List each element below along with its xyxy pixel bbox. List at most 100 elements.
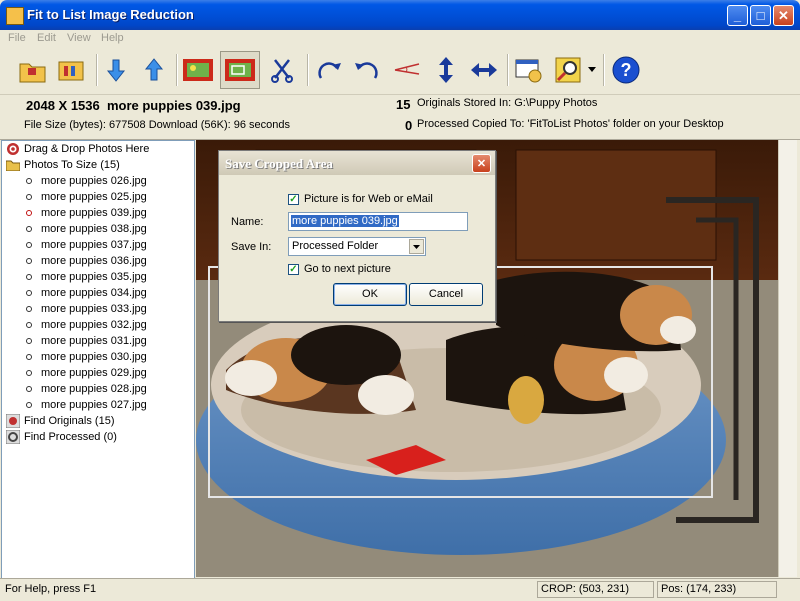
next-picture-label: Go to next picture	[304, 263, 391, 275]
bullet-icon	[26, 338, 32, 344]
bullet-icon	[26, 290, 32, 296]
bullet-icon	[26, 354, 32, 360]
file-list-item[interactable]: more puppies 030.jpg	[26, 349, 147, 365]
drag-drop-label: Drag & Drop Photos Here	[24, 143, 150, 155]
chevron-down-icon[interactable]	[409, 239, 424, 254]
bullet-icon	[26, 226, 32, 232]
next-picture-checkbox[interactable]: ✓	[288, 264, 299, 275]
help-status: For Help, press F1	[5, 583, 97, 595]
file-name: more puppies 033.jpg	[41, 303, 147, 315]
photos-to-size-node[interactable]: Photos To Size (15)	[6, 157, 120, 173]
file-list-item[interactable]: more puppies 031.jpg	[26, 333, 147, 349]
file-list-item[interactable]: more puppies 039.jpg	[26, 205, 147, 221]
file-list-item[interactable]: more puppies 038.jpg	[26, 221, 147, 237]
search-icon[interactable]	[550, 51, 586, 89]
name-field[interactable]: more puppies 039.jpg	[288, 212, 468, 231]
image-dimensions: 2048 X 1536	[26, 98, 100, 113]
file-list-item[interactable]: more puppies 032.jpg	[26, 317, 147, 333]
file-list-item[interactable]: more puppies 029.jpg	[26, 365, 147, 381]
toolbar: ?	[0, 48, 800, 95]
rotate-right-icon[interactable]	[311, 51, 347, 89]
web-email-checkbox[interactable]: ✓	[288, 194, 299, 205]
bullet-icon	[26, 194, 32, 200]
minimize-button[interactable]: _	[727, 5, 748, 26]
file-name: more puppies 027.jpg	[41, 399, 147, 411]
bullet-icon	[26, 258, 32, 264]
find-originals-node[interactable]: Find Originals (15)	[6, 413, 114, 429]
bullet-icon	[26, 274, 32, 280]
file-name: more puppies 037.jpg	[41, 239, 147, 251]
maximize-button[interactable]: □	[750, 5, 771, 26]
file-list-item[interactable]: more puppies 027.jpg	[26, 397, 147, 413]
title-bar[interactable]: Fit to List Image Reduction _ □ ✕	[0, 0, 800, 30]
save-in-select[interactable]: Processed Folder	[288, 237, 426, 256]
target-icon	[6, 414, 20, 428]
bullet-icon	[26, 242, 32, 248]
file-size-text: File Size (bytes): 677508 Download (56K)…	[24, 119, 290, 131]
menu-file[interactable]: File	[8, 32, 26, 44]
photos-to-size-label: Photos To Size (15)	[24, 159, 120, 171]
flip-vertical-icon[interactable]	[428, 51, 464, 89]
web-email-label: Picture is for Web or eMail	[304, 193, 433, 205]
cancel-button[interactable]: Cancel	[409, 283, 483, 306]
file-name: more puppies 034.jpg	[41, 287, 147, 299]
menu-help[interactable]: Help	[101, 32, 124, 44]
svg-text:?: ?	[621, 60, 632, 80]
file-name: more puppies 029.jpg	[41, 367, 147, 379]
angle-tool-icon[interactable]	[389, 51, 425, 89]
file-name: more puppies 030.jpg	[41, 351, 147, 363]
info-area: 2048 X 1536 more puppies 039.jpg File Si…	[0, 95, 800, 140]
dialog-close-button[interactable]: ✕	[472, 154, 491, 173]
file-name: more puppies 038.jpg	[41, 223, 147, 235]
file-name: more puppies 026.jpg	[41, 175, 147, 187]
processed-count: 0	[405, 118, 413, 133]
file-list-item[interactable]: more puppies 026.jpg	[26, 173, 147, 189]
menu-view[interactable]: View	[67, 32, 91, 44]
dialog-title-bar[interactable]: Save Cropped Area ✕	[219, 151, 495, 175]
crop-status: CROP: (503, 231)	[537, 581, 654, 598]
file-list-item[interactable]: more puppies 033.jpg	[26, 301, 147, 317]
arrow-down-icon[interactable]	[98, 51, 134, 89]
file-name: more puppies 039.jpg	[41, 207, 147, 219]
fit-image-icon[interactable]	[180, 51, 216, 89]
bullet-icon	[26, 402, 32, 408]
find-processed-node[interactable]: Find Processed (0)	[6, 429, 117, 445]
folder-icon	[6, 158, 20, 172]
vertical-scrollbar[interactable]	[778, 140, 797, 577]
file-list-item[interactable]: more puppies 028.jpg	[26, 381, 147, 397]
file-name: more puppies 032.jpg	[41, 319, 147, 331]
ok-button[interactable]: OK	[333, 283, 407, 306]
open-folder-icon[interactable]	[15, 51, 51, 89]
toolbar-separator	[507, 54, 509, 86]
bullet-icon	[26, 322, 32, 328]
target-icon	[6, 142, 20, 156]
help-icon[interactable]: ?	[608, 51, 644, 89]
bullet-icon	[26, 370, 32, 376]
file-list-item[interactable]: more puppies 037.jpg	[26, 237, 147, 253]
file-list-item[interactable]: more puppies 035.jpg	[26, 269, 147, 285]
gear-icon	[6, 430, 20, 444]
settings-icon[interactable]	[511, 51, 547, 89]
toolbar-separator	[603, 54, 605, 86]
dropdown-arrow-icon[interactable]	[586, 51, 598, 89]
arrow-up-icon[interactable]	[136, 51, 172, 89]
scissors-icon[interactable]	[265, 51, 301, 89]
flip-horizontal-icon[interactable]	[466, 51, 502, 89]
file-list-item[interactable]: more puppies 034.jpg	[26, 285, 147, 301]
properties-icon[interactable]	[53, 51, 89, 89]
rotate-left-icon[interactable]	[349, 51, 385, 89]
drag-drop-node[interactable]: Drag & Drop Photos Here	[6, 141, 149, 157]
originals-location: Originals Stored In: G:\Puppy Photos	[417, 97, 598, 109]
menu-edit[interactable]: Edit	[37, 32, 56, 44]
close-button[interactable]: ✕	[773, 5, 794, 26]
find-originals-label: Find Originals (15)	[24, 415, 115, 427]
bullet-icon	[26, 178, 32, 184]
file-list-item[interactable]: more puppies 036.jpg	[26, 253, 147, 269]
status-bar: For Help, press F1 CROP: (503, 231) Pos:…	[0, 578, 800, 601]
file-name: more puppies 035.jpg	[41, 271, 147, 283]
processed-location: Processed Copied To: 'FitToList Photos' …	[417, 118, 724, 130]
image-filename: more puppies 039.jpg	[106, 98, 241, 113]
crop-image-icon[interactable]	[220, 51, 260, 89]
originals-count: 15	[396, 97, 411, 112]
file-list-item[interactable]: more puppies 025.jpg	[26, 189, 147, 205]
